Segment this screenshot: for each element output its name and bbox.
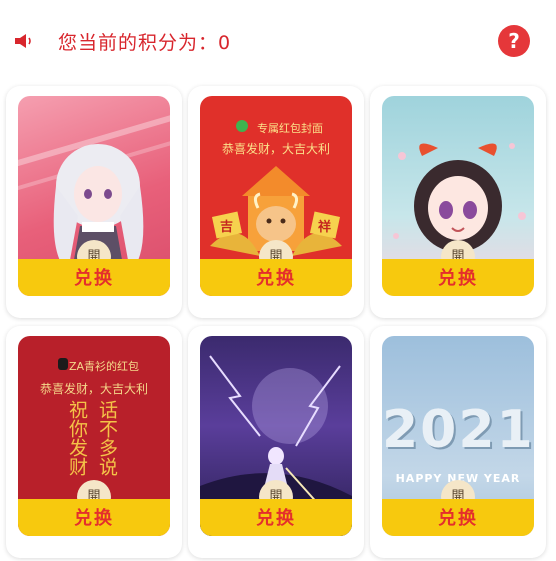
redeem-button[interactable]: 兑换 xyxy=(18,499,170,536)
year-text: 2021 xyxy=(382,400,534,460)
redeem-button[interactable]: 兑换 xyxy=(382,499,534,536)
cover-card[interactable]: 開 兑换 xyxy=(6,86,182,318)
poem-left: 祝你发财 xyxy=(66,400,88,476)
xiang-tag: 祥 xyxy=(318,220,332,235)
cover-subtitle: 恭喜发财，大吉大利 xyxy=(39,382,148,396)
redeem-button[interactable]: 兑换 xyxy=(18,259,170,296)
points-text: 您当前的积分为：0 xyxy=(58,32,232,54)
poem-right: 话不多说 xyxy=(96,400,118,476)
cover-card[interactable]: ZA青衫的红包 恭喜发财，大吉大利 话不多说 祝你发财 開 兑换 xyxy=(6,326,182,558)
ji-tag: 吉 xyxy=(220,220,234,235)
redeem-button[interactable]: 兑换 xyxy=(382,259,534,296)
cover-card[interactable]: 专属红包封面 恭喜发财，大吉大利 吉 祥 開 兑换 xyxy=(188,86,364,318)
help-button[interactable]: ? xyxy=(498,25,530,57)
cover-title: ZA青衫的红包 xyxy=(68,360,140,373)
speaker-icon xyxy=(15,34,31,48)
redeem-button[interactable]: 兑换 xyxy=(200,259,352,296)
redeem-button[interactable]: 兑换 xyxy=(200,499,352,536)
cover-card[interactable]: 開 兑换 xyxy=(370,86,546,318)
cover-card[interactable]: 2021 HAPPY NEW YEAR 開 兑换 xyxy=(370,326,546,558)
points-header: 您当前的积分为：0 ? xyxy=(0,0,556,82)
cover-card[interactable]: 開 兑换 xyxy=(188,326,364,558)
